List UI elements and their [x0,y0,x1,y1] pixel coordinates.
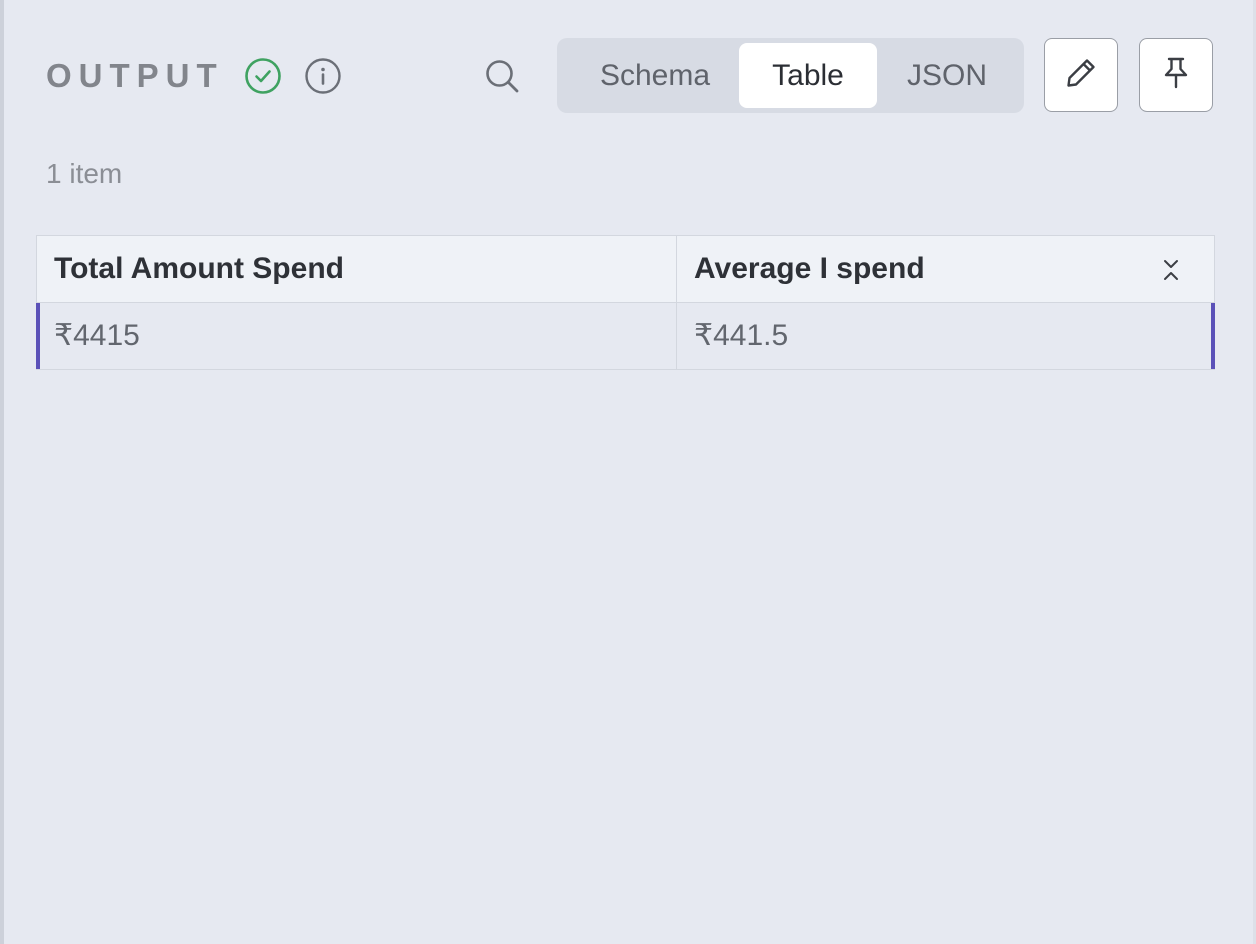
tab-json[interactable]: JSON [882,43,1012,108]
column-header-label: Average I spend [694,252,925,285]
info-icon[interactable] [303,56,343,96]
table-row[interactable]: ₹4415 ₹441.5 [36,303,1215,369]
pin-button[interactable] [1139,38,1213,112]
check-circle-icon [243,56,283,96]
table-header-row: Total Amount Spend Average I spend [37,236,1214,303]
tab-table[interactable]: Table [739,43,877,108]
column-header[interactable]: Average I spend [677,236,1214,302]
panel-title: OUTPUT [46,57,224,94]
pencil-icon [1063,55,1099,96]
search-icon[interactable] [482,56,522,96]
output-panel: OUTPUT Schema Table JSON 1 item Total Am… [4,0,1253,944]
tab-schema[interactable]: Schema [575,43,735,108]
table-cell[interactable]: ₹441.5 [677,303,1211,369]
view-mode-tabs: Schema Table JSON [557,38,1024,113]
output-table: Total Amount Spend Average I spend ₹4415… [36,235,1215,370]
item-count: 1 item [46,158,123,189]
edit-button[interactable] [1044,38,1118,112]
collapse-icon[interactable] [1158,256,1184,282]
column-header[interactable]: Total Amount Spend [37,236,677,302]
pin-icon [1159,55,1193,96]
table-cell[interactable]: ₹4415 [40,303,677,369]
